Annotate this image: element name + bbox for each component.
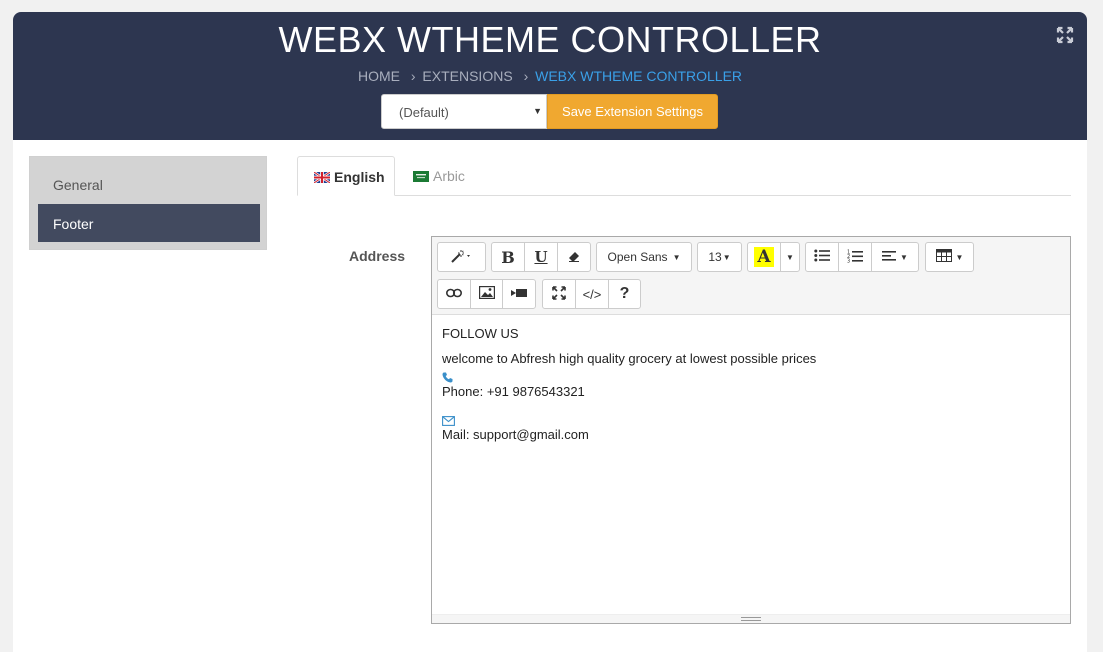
insert-link-button[interactable]: [437, 279, 471, 309]
style-button[interactable]: [437, 242, 486, 272]
bold-icon: B: [501, 247, 515, 267]
table-icon: [935, 249, 952, 265]
editor-toolbar: B U Open Sans ▼ 13 ▼ A ▼ 1 2 3 ▼ ▼ </> ?: [432, 237, 1070, 315]
saudi-flag-icon: [413, 169, 429, 182]
insert-table-dropdown[interactable]: ▼: [925, 242, 974, 272]
insert-group: [437, 279, 536, 309]
eraser-icon: [568, 250, 580, 265]
svg-text:3: 3: [847, 258, 850, 263]
text-color-icon: A: [754, 247, 774, 267]
address-rich-text-editor: B U Open Sans ▼ 13 ▼ A ▼ 1 2 3 ▼ ▼ </> ?…: [431, 236, 1071, 624]
paragraph-group: 1 2 3 ▼: [805, 242, 919, 272]
code-view-button[interactable]: </>: [575, 279, 609, 309]
language-tabs: English Arbic: [297, 156, 1071, 196]
tab-arabic-label: Arbic: [433, 168, 465, 184]
underline-icon: U: [534, 248, 548, 266]
numbered-list-icon: 1 2 3: [847, 249, 863, 266]
uk-flag-icon: [313, 170, 331, 184]
bold-button[interactable]: B: [491, 242, 525, 272]
content-welcome: welcome to Abfresh high quality grocery …: [442, 351, 817, 366]
font-size-group: 13 ▼: [697, 242, 742, 272]
help-button[interactable]: ?: [608, 279, 641, 309]
breadcrumb-current[interactable]: WEBX WTHEME CONTROLLER: [535, 68, 742, 84]
insert-image-button[interactable]: [470, 279, 503, 309]
breadcrumb-extensions[interactable]: EXTENSIONS: [422, 68, 512, 84]
page: WEBX WTHEME CONTROLLER HOME › EXTENSIONS…: [13, 12, 1087, 652]
page-header: WEBX WTHEME CONTROLLER HOME › EXTENSIONS…: [13, 12, 1087, 140]
video-icon: [511, 287, 527, 301]
phone-icon: [442, 368, 1062, 383]
insert-video-button[interactable]: [502, 279, 536, 309]
tab-english-label: English: [334, 169, 385, 185]
fullscreen-expand-icon[interactable]: [1056, 26, 1074, 44]
chevron-down-icon: ▼: [672, 252, 681, 262]
content-heading: FOLLOW US: [442, 326, 519, 341]
unordered-list-button[interactable]: [805, 242, 839, 272]
font-size-value: 13: [708, 250, 722, 264]
store-select[interactable]: (Default) ▼: [381, 94, 547, 129]
align-left-icon: [882, 250, 897, 265]
fullscreen-button[interactable]: [542, 279, 576, 309]
store-select-value: (Default): [399, 105, 449, 120]
code-icon: </>: [582, 286, 602, 302]
sidebar-item-general[interactable]: General: [38, 165, 260, 203]
ordered-list-button[interactable]: 1 2 3: [838, 242, 872, 272]
color-dropdown-toggle[interactable]: ▼: [780, 242, 800, 272]
settings-sidebar: General Footer: [29, 156, 267, 250]
view-group: </> ?: [542, 279, 641, 309]
breadcrumb-separator: ›: [523, 68, 529, 84]
font-style-group: B U: [491, 242, 591, 272]
content-phone: Phone: +91 9876543321: [442, 384, 585, 399]
breadcrumb: HOME › EXTENSIONS › WEBX WTHEME CONTROLL…: [13, 68, 1087, 84]
font-family-value: Open Sans: [607, 250, 668, 264]
chevron-down-icon: ▼: [533, 106, 542, 116]
chevron-down-icon: ▼: [722, 252, 731, 262]
editor-content[interactable]: FOLLOW US welcome to Abfresh high qualit…: [442, 325, 1062, 444]
content-mail: Mail: support@gmail.com: [442, 427, 589, 442]
style-group: [437, 242, 486, 272]
link-icon: [446, 287, 462, 301]
chevron-down-icon: ▼: [900, 252, 908, 262]
help-icon: ?: [619, 285, 630, 302]
editor-resize-handle[interactable]: [432, 614, 1070, 623]
font-size-dropdown[interactable]: 13 ▼: [697, 242, 742, 272]
underline-button[interactable]: U: [524, 242, 558, 272]
font-family-group: Open Sans ▼: [596, 242, 692, 272]
page-title: WEBX WTHEME CONTROLLER: [278, 19, 822, 60]
resize-grip-icon: [741, 617, 761, 621]
fullscreen-icon: [552, 285, 566, 303]
color-group: A ▼: [747, 242, 800, 272]
breadcrumb-home[interactable]: HOME: [358, 68, 400, 84]
save-extension-settings-button[interactable]: Save Extension Settings: [547, 94, 718, 129]
breadcrumb-separator: ›: [410, 68, 416, 84]
table-group: ▼: [925, 242, 974, 272]
image-icon: [478, 286, 495, 302]
bullet-list-icon: [814, 249, 830, 265]
sidebar-item-footer[interactable]: Footer: [38, 204, 260, 242]
tab-arabic[interactable]: Arbic: [397, 156, 477, 196]
clear-format-button[interactable]: [557, 242, 591, 272]
magic-wand-icon: [450, 249, 473, 266]
envelope-icon: [442, 411, 1062, 426]
paragraph-align-dropdown[interactable]: ▼: [871, 242, 919, 272]
address-label: Address: [349, 248, 406, 264]
text-color-button[interactable]: A: [747, 242, 781, 272]
chevron-down-icon: ▼: [786, 252, 794, 262]
tab-english[interactable]: English: [297, 156, 395, 196]
font-family-dropdown[interactable]: Open Sans ▼: [596, 242, 692, 272]
chevron-down-icon: ▼: [955, 252, 964, 262]
